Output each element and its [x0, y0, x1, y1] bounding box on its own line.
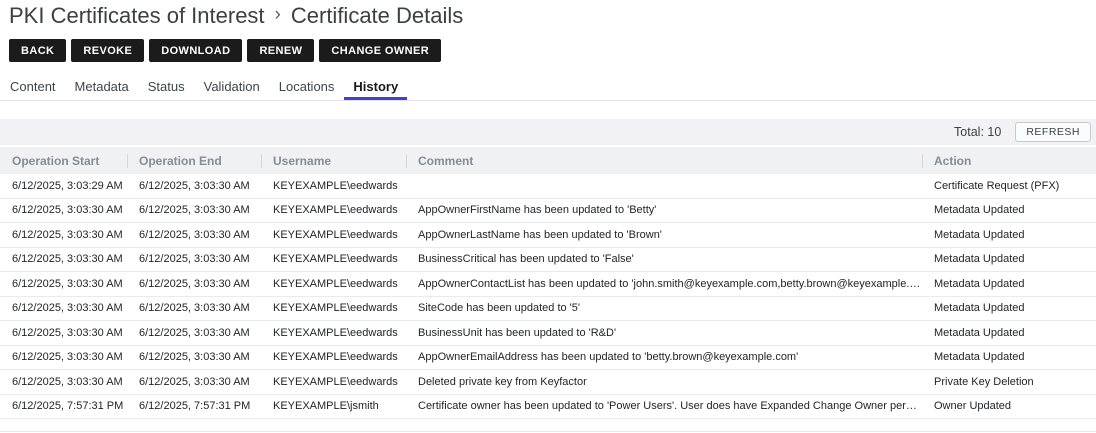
tab-bar: Content Metadata Status Validation Locat… — [0, 75, 1096, 101]
chevron-right-icon: › — [275, 1, 281, 29]
table-toolbar: Total: 10 REFRESH — [0, 119, 1096, 145]
table-row[interactable]: 6/12/2025, 3:03:30 AM 6/12/2025, 3:03:30… — [0, 297, 1096, 322]
cell-username: KEYEXAMPLE\eedwards — [261, 376, 406, 388]
cell-username: KEYEXAMPLE\eedwards — [261, 180, 406, 192]
cell-username: KEYEXAMPLE\eedwards — [261, 278, 406, 290]
cell-comment: SiteCode has been updated to '5' — [406, 302, 922, 314]
cell-username: KEYEXAMPLE\eedwards — [261, 253, 406, 265]
cell-action: Metadata Updated — [922, 204, 1096, 216]
action-button-row: BACK REVOKE DOWNLOAD RENEW CHANGE OWNER — [9, 39, 1096, 62]
cell-action: Metadata Updated — [922, 278, 1096, 290]
table-row[interactable]: 6/12/2025, 3:03:30 AM 6/12/2025, 3:03:30… — [0, 370, 1096, 395]
renew-button[interactable]: RENEW — [247, 39, 314, 62]
cell-operation-start: 6/12/2025, 3:03:30 AM — [0, 351, 127, 363]
table-row[interactable]: 6/12/2025, 3:03:30 AM 6/12/2025, 3:03:30… — [0, 248, 1096, 273]
cell-operation-end: 6/12/2025, 3:03:30 AM — [127, 327, 261, 339]
back-button[interactable]: BACK — [9, 39, 66, 62]
cell-action: Metadata Updated — [922, 253, 1096, 265]
cell-operation-end: 6/12/2025, 7:57:31 PM — [127, 400, 261, 412]
table-row[interactable]: 6/12/2025, 3:03:30 AM 6/12/2025, 3:03:30… — [0, 321, 1096, 346]
column-header-action[interactable]: Action — [922, 154, 1096, 168]
breadcrumb-parent[interactable]: PKI Certificates of Interest — [9, 2, 265, 30]
total-count-label: Total: 10 — [954, 125, 1001, 139]
cell-operation-end: 6/12/2025, 3:03:30 AM — [127, 351, 261, 363]
cell-operation-start: 6/12/2025, 7:57:31 PM — [0, 400, 127, 412]
table-row[interactable]: 6/12/2025, 3:03:29 AM 6/12/2025, 3:03:30… — [0, 174, 1096, 199]
cell-operation-end: 6/12/2025, 3:03:30 AM — [127, 180, 261, 192]
cell-comment: AppOwnerLastName has been updated to 'Br… — [406, 229, 922, 241]
cell-operation-start: 6/12/2025, 3:03:30 AM — [0, 302, 127, 314]
cell-comment: AppOwnerContactList has been updated to … — [406, 278, 922, 290]
cell-action: Metadata Updated — [922, 302, 1096, 314]
column-header-username[interactable]: Username — [261, 154, 406, 168]
cell-comment: BusinessCritical has been updated to 'Fa… — [406, 253, 922, 265]
table-row[interactable]: 6/12/2025, 3:03:30 AM 6/12/2025, 3:03:30… — [0, 199, 1096, 224]
tab-validation[interactable]: Validation — [195, 75, 269, 100]
cell-comment: AppOwnerEmailAddress has been updated to… — [406, 351, 922, 363]
column-header-operation-end[interactable]: Operation End — [127, 154, 261, 168]
cell-operation-end: 6/12/2025, 3:03:30 AM — [127, 229, 261, 241]
cell-operation-end: 6/12/2025, 3:03:30 AM — [127, 253, 261, 265]
cell-action: Metadata Updated — [922, 327, 1096, 339]
cell-username: KEYEXAMPLE\eedwards — [261, 327, 406, 339]
table-row[interactable]: 6/12/2025, 7:57:31 PM 6/12/2025, 7:57:31… — [0, 395, 1096, 420]
breadcrumb: PKI Certificates of Interest › Certifica… — [9, 2, 1096, 30]
tab-metadata[interactable]: Metadata — [66, 75, 138, 100]
cell-action: Owner Updated — [922, 400, 1096, 412]
change-owner-button[interactable]: CHANGE OWNER — [319, 39, 441, 62]
cell-username: KEYEXAMPLE\jsmith — [261, 400, 406, 412]
cell-action: Metadata Updated — [922, 351, 1096, 363]
tab-content[interactable]: Content — [1, 75, 65, 100]
cell-username: KEYEXAMPLE\eedwards — [261, 351, 406, 363]
refresh-button[interactable]: REFRESH — [1015, 122, 1091, 142]
cell-operation-start: 6/12/2025, 3:03:30 AM — [0, 278, 127, 290]
table-header-row: Operation Start Operation End Username C… — [0, 147, 1096, 174]
column-header-operation-start[interactable]: Operation Start — [0, 154, 127, 168]
cell-comment: AppOwnerFirstName has been updated to 'B… — [406, 204, 922, 216]
cell-comment: BusinessUnit has been updated to 'R&D' — [406, 327, 922, 339]
cell-operation-end: 6/12/2025, 3:03:30 AM — [127, 302, 261, 314]
cell-action: Metadata Updated — [922, 229, 1096, 241]
cell-username: KEYEXAMPLE\eedwards — [261, 204, 406, 216]
tab-status[interactable]: Status — [139, 75, 194, 100]
cell-operation-end: 6/12/2025, 3:03:30 AM — [127, 278, 261, 290]
cell-operation-end: 6/12/2025, 3:03:30 AM — [127, 376, 261, 388]
tab-locations[interactable]: Locations — [270, 75, 344, 100]
cell-username: KEYEXAMPLE\eedwards — [261, 302, 406, 314]
table-row[interactable]: 6/12/2025, 3:03:30 AM 6/12/2025, 3:03:30… — [0, 272, 1096, 297]
cell-operation-start: 6/12/2025, 3:03:29 AM — [0, 180, 127, 192]
cell-operation-start: 6/12/2025, 3:03:30 AM — [0, 327, 127, 339]
revoke-button[interactable]: REVOKE — [71, 39, 144, 62]
table-row[interactable]: 6/12/2025, 3:03:30 AM 6/12/2025, 3:03:30… — [0, 223, 1096, 248]
table-row[interactable]: 6/12/2025, 3:03:30 AM 6/12/2025, 3:03:30… — [0, 346, 1096, 371]
cell-username: KEYEXAMPLE\eedwards — [261, 229, 406, 241]
history-table-card: Total: 10 REFRESH Operation Start Operat… — [0, 119, 1096, 432]
cell-comment: Deleted private key from Keyfactor — [406, 376, 922, 388]
tab-history[interactable]: History — [344, 75, 407, 100]
cell-operation-start: 6/12/2025, 3:03:30 AM — [0, 376, 127, 388]
table-body: 6/12/2025, 3:03:29 AM 6/12/2025, 3:03:30… — [0, 174, 1096, 419]
page-title: Certificate Details — [291, 2, 463, 30]
cell-comment: Certificate owner has been updated to 'P… — [406, 400, 922, 412]
cell-action: Certificate Request (PFX) — [922, 180, 1096, 192]
cell-operation-end: 6/12/2025, 3:03:30 AM — [127, 204, 261, 216]
cell-action: Private Key Deletion — [922, 376, 1096, 388]
download-button[interactable]: DOWNLOAD — [149, 39, 242, 62]
cell-operation-start: 6/12/2025, 3:03:30 AM — [0, 253, 127, 265]
column-header-comment[interactable]: Comment — [406, 154, 922, 168]
cell-operation-start: 6/12/2025, 3:03:30 AM — [0, 204, 127, 216]
cell-operation-start: 6/12/2025, 3:03:30 AM — [0, 229, 127, 241]
